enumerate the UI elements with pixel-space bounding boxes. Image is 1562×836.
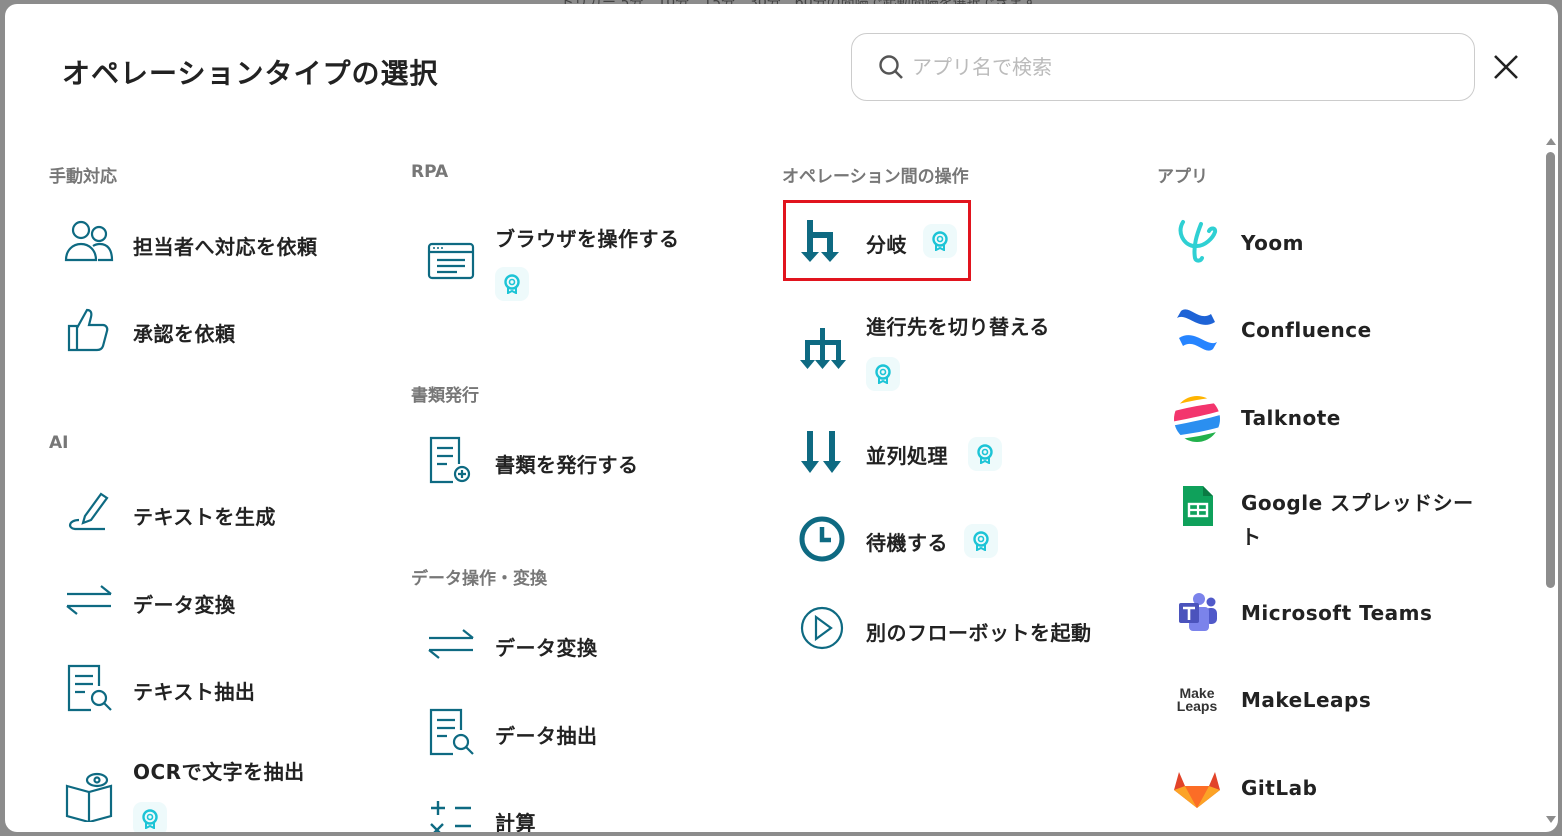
section-heading-manual: 手動対応 [49,167,117,187]
award-icon [932,231,948,251]
page-title: オペレーションタイプの選択 [62,57,439,90]
pencil-icon [69,492,109,531]
app-talknote[interactable]: Talknote [1241,406,1341,430]
item-issue-document[interactable]: 書類を発行する [495,449,639,478]
confluence-logo-icon [1177,309,1217,351]
yoom-logo-icon [1178,220,1218,263]
gitlab-logo-icon [1174,772,1220,808]
browser-icon [427,242,475,280]
operation-type-modal: オペレーションタイプの選択 手動対応 担当者へ対応を依頼 承認を依頼 AI テキ… [5,4,1558,832]
premium-badge [923,224,957,258]
award-icon [875,364,891,384]
premium-badge [968,437,1002,471]
scrollbar[interactable] [1543,134,1558,832]
section-heading-ai: AI [49,433,69,453]
people-icon [64,220,114,262]
search-input[interactable] [912,55,1432,79]
section-heading-rpa: RPA [411,162,449,182]
item-extract-text[interactable]: テキスト抽出 [133,676,255,705]
parallel-icon [801,431,841,473]
book-eye-icon [65,772,113,822]
exchange-icon [66,585,112,615]
talknote-logo-icon [1174,396,1220,442]
item-data-extract[interactable]: データ抽出 [495,720,598,749]
section-heading-documents: 書類発行 [411,386,479,406]
award-icon [973,531,989,551]
section-heading-data: データ操作・変換 [411,569,547,589]
app-microsoft-teams[interactable]: Microsoft Teams [1241,601,1432,625]
premium-badge [133,802,167,832]
play-circle-icon [800,606,844,650]
item-switch-path[interactable]: 進行先を切り替える [866,311,1050,340]
premium-badge [866,357,900,391]
app-confluence[interactable]: Confluence [1241,318,1372,342]
item-generate-text[interactable]: テキストを生成 [133,501,276,530]
app-yoom[interactable]: Yoom [1241,231,1304,255]
switch-path-icon [800,328,846,369]
app-makeleaps[interactable]: MakeLeaps [1241,688,1371,712]
item-assign-person[interactable]: 担当者へ対応を依頼 [133,231,318,260]
item-request-approval[interactable]: 承認を依頼 [133,318,236,347]
scroll-up-arrow[interactable] [1546,138,1556,145]
item-parallel[interactable]: 並列処理 [866,440,948,469]
item-ocr[interactable]: OCRで文字を抽出 [133,756,305,785]
branch-icon [801,220,839,262]
search-box[interactable] [851,33,1475,101]
exchange-icon [428,629,474,659]
item-data-convert[interactable]: データ変換 [495,632,598,661]
thumbs-up-icon [67,308,109,352]
award-icon [142,809,158,829]
microsoft-teams-logo-icon [1179,593,1217,631]
award-icon [504,274,520,294]
svg-text:Leaps: Leaps [1177,698,1218,714]
section-heading-apps: アプリ [1157,167,1208,187]
premium-badge [495,267,529,301]
close-icon[interactable] [1491,52,1521,82]
makeleaps-logo-icon: MakeLeaps [1177,685,1218,714]
item-branch[interactable]: 分岐 [866,229,907,258]
scroll-down-arrow[interactable] [1546,816,1556,823]
item-calculate[interactable]: 計算 [495,807,536,832]
document-search-icon [429,708,474,756]
item-launch-flowbot[interactable]: 別のフローボットを起動 [866,617,1092,646]
clock-icon [799,516,845,562]
item-browser-operation[interactable]: ブラウザを操作する [495,223,680,252]
google-sheets-logo-icon [1183,486,1213,526]
calculator-icon [430,801,471,832]
document-add-icon [429,436,471,484]
app-google-sheets[interactable]: Google スプレッドシート [1241,486,1481,554]
scrollbar-thumb[interactable] [1546,152,1555,588]
item-wait[interactable]: 待機する [866,527,948,556]
search-icon [879,55,903,79]
premium-badge [964,524,998,558]
document-search-icon [67,664,112,712]
award-icon [977,444,993,464]
app-gitlab[interactable]: GitLab [1241,776,1317,800]
section-heading-ops: オペレーション間の操作 [782,167,969,187]
item-data-convert-ai[interactable]: データ変換 [133,589,236,618]
